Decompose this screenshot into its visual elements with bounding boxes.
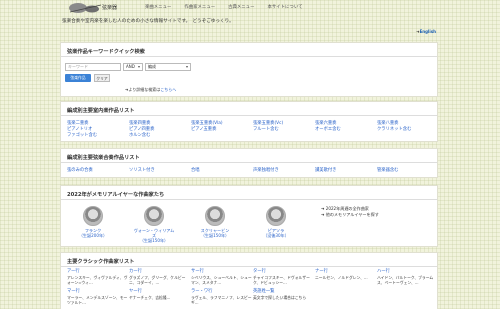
composer-index-cell[interactable]: アー行 アレンスキー、ヴィヴァルディ、ヴォーン=ウィ…: [67, 269, 129, 285]
composer-portrait[interactable]: [266, 206, 286, 226]
composer-card[interactable]: ピアソラ （没後30年）: [254, 206, 298, 243]
memorial-link[interactable]: ➜ 他のメモリアルイヤーを探す: [321, 212, 379, 218]
composer-index-cell[interactable]: マー行 マーラー、メンデルスゾーン、モーツァルト…: [67, 289, 129, 305]
nav-composer-menu[interactable]: 作曲家メニュー: [184, 4, 215, 10]
advanced-search-link[interactable]: こちらへ: [160, 87, 176, 92]
composer-card[interactable]: スクリャービン （生誕150年）: [193, 206, 237, 243]
site-header: 弦楽器 楽曲メニュー 作曲家メニュー 古典メニュー 本サイトについて 弦楽合奏や…: [60, 0, 438, 36]
search-panel-title: 弦楽作品キーワードクイック検索: [61, 43, 437, 57]
composer-portrait[interactable]: [205, 206, 225, 226]
memorial-year-panel: 2022年がメモリアルイヤーな作曲家たち フランク （生誕200年） ヴォーン・…: [60, 185, 438, 247]
ensemble-link[interactable]: 合唱: [191, 168, 253, 174]
memorial-links: ➜ 2022年周遅の全作曲家 ➜ 他のメモリアルイヤーを探す: [321, 206, 379, 218]
search-buttons: 弦楽作品 クリア: [65, 74, 110, 82]
page-container: 弦楽器 楽曲メニュー 作曲家メニュー 古典メニュー 本サイトについて 弦楽合奏や…: [60, 0, 438, 309]
site-title[interactable]: 弦楽器: [102, 4, 117, 11]
ensemble-link[interactable]: ソリスト付き: [129, 168, 191, 174]
string-ensemble-panel: 編成別主要弦楽合奏作品リスト 弦のみの合奏 ソリスト付き 合唱 声楽独唱付き 讃…: [60, 148, 438, 178]
violin-logo-icon[interactable]: [68, 2, 102, 14]
composer-note[interactable]: （生誕150年）: [193, 233, 237, 238]
composer-index-cell[interactable]: ター行 チャイコフスキー、ドヴォルザーク、ドビュッシー…: [253, 269, 315, 285]
composer-name[interactable]: ヴォーン・ウィリアムズ: [132, 228, 176, 238]
formation-select[interactable]: 編成: [145, 63, 191, 71]
clear-button[interactable]: クリア: [94, 74, 110, 82]
formation-link-grid: 弦楽二重奏 弦楽四重奏 弦楽五重奏(Vla) 弦楽五重奏(Vc) 弦楽六重奏 弦…: [67, 121, 439, 139]
formation-link[interactable]: ピアノ五重奏: [191, 127, 253, 133]
composer-note[interactable]: （生誕200年）: [71, 233, 115, 238]
search-row: キーワード AND 編成: [65, 63, 191, 71]
classic-composer-panel: 主要クラシック作曲家リスト アー行 アレンスキー、ヴィヴァルディ、ヴォーン=ウィ……: [60, 252, 438, 309]
english-link[interactable]: ➜English: [416, 29, 436, 34]
nav-about[interactable]: 本サイトについて: [267, 4, 302, 10]
nav-music-menu[interactable]: 楽曲メニュー: [145, 4, 171, 10]
memorial-composer-list: フランク （生誕200年） ヴォーン・ウィリアムズ （生誕150年） スクリャー…: [71, 206, 298, 243]
formation-link[interactable]: クラリネット含む: [377, 127, 439, 133]
composer-index-cell[interactable]: ハー行 ハイドン、バルトーク、ブラームス、ベートーヴェン、…: [377, 269, 439, 285]
composer-index-cell[interactable]: ナー行 ニールセン、ノルドグレン、…: [315, 269, 377, 285]
ensemble-link[interactable]: 讃美歌付き: [315, 168, 377, 174]
ensemble-link-grid: 弦のみの合奏 ソリスト付き 合唱 声楽独唱付き 讃美歌付き 管楽器含む: [67, 168, 439, 174]
composer-index-grid: アー行 アレンスキー、ヴィヴァルディ、ヴォーン=ウィ… カー行 グラズノフ、グリーグ…: [67, 269, 439, 305]
index-names: チャイコフスキー、ドヴォルザーク、ドビュッシー…: [253, 275, 310, 285]
composer-card[interactable]: フランク （生誕200年）: [71, 206, 115, 243]
index-names: アレンスキー、ヴィヴァルディ、ヴォーン=ウィ…: [67, 275, 128, 285]
index-names: 英文字で探したい場合はこちら: [253, 295, 307, 300]
advanced-search-prefix: ➜より詳細な検索は: [125, 87, 161, 92]
formation-link[interactable]: ファゴット含む: [67, 133, 129, 139]
composer-index-cell[interactable]: サー行 シベリウス、シューベルト、シューマン、スメタナ…: [191, 269, 253, 285]
nav-classic-menu[interactable]: 古典メニュー: [228, 4, 254, 10]
ensemble-link[interactable]: 弦のみの合奏: [67, 168, 129, 174]
composer-index-cell[interactable]: カー行 グラズノフ、グリーグ、ケルビーニ、コダーイ、…: [129, 269, 191, 285]
chamber-formation-panel: 編成別主要室内楽作品リスト 弦楽二重奏 弦楽四重奏 弦楽五重奏(Vla) 弦楽五…: [60, 101, 438, 142]
search-button[interactable]: 弦楽作品: [65, 74, 91, 82]
index-names: シベリウス、シューベルト、シューマン、スメタナ…: [191, 275, 252, 285]
formation-link[interactable]: ホルン含む: [129, 133, 191, 139]
formation-panel-title: 編成別主要室内楽作品リスト: [61, 102, 437, 116]
ensemble-link[interactable]: 声楽独唱付き: [253, 168, 315, 174]
main-nav: 楽曲メニュー 作曲家メニュー 古典メニュー 本サイトについて: [145, 4, 302, 10]
index-names: グラズノフ、グリーグ、ケルビーニ、コダーイ、…: [129, 275, 186, 285]
index-names: ハイドン、バルトーク、ブラームス、ベートーヴェン、…: [377, 275, 434, 285]
formation-link[interactable]: オーボエ含む: [315, 127, 377, 133]
keyword-input[interactable]: キーワード: [65, 63, 121, 71]
composer-portrait[interactable]: [83, 206, 103, 226]
keyword-search-panel: 弦楽作品キーワードクイック検索 キーワード AND 編成 弦楽作品 クリア ➜よ…: [60, 42, 438, 97]
index-names: ヤナーチェク、吉松隆…: [129, 295, 171, 300]
composer-note[interactable]: （生誕150年）: [132, 238, 176, 243]
index-names: ニールセン、ノルドグレン、…: [315, 275, 368, 280]
ensemble-panel-title: 編成別主要弦楽合奏作品リスト: [61, 149, 437, 163]
index-names: マーラー、メンデルスゾーン、モーツァルト…: [67, 295, 128, 305]
english-label[interactable]: English: [420, 29, 436, 34]
advanced-search-text: ➜より詳細な検索はこちらへ: [125, 87, 176, 93]
index-names: ラヴェル、ラフマニノフ、レスピーギ…: [191, 295, 252, 305]
composer-index-cell[interactable]: ヤー行 ヤナーチェク、吉松隆…: [129, 289, 191, 305]
site-tagline: 弦楽合奏や室内楽を楽しむ人のための小さな情報サイトです。 どうぞごゆっくり。: [62, 19, 234, 24]
composer-card[interactable]: ヴォーン・ウィリアムズ （生誕150年）: [132, 206, 176, 243]
composer-portrait[interactable]: [144, 206, 164, 226]
memorial-panel-title: 2022年がメモリアルイヤーな作曲家たち: [61, 186, 437, 200]
composer-index-cell[interactable]: 英語姓一覧 英文字で探したい場合はこちら: [253, 289, 315, 305]
composer-index-cell[interactable]: ラー・ワ行 ラヴェル、ラフマニノフ、レスピーギ…: [191, 289, 253, 305]
formation-link[interactable]: フルート含む: [253, 127, 315, 133]
and-or-select[interactable]: AND: [123, 63, 143, 71]
ensemble-link[interactable]: 管楽器含む: [377, 168, 439, 174]
composer-note[interactable]: （没後30年）: [254, 233, 298, 238]
classic-panel-title: 主要クラシック作曲家リスト: [61, 253, 437, 267]
